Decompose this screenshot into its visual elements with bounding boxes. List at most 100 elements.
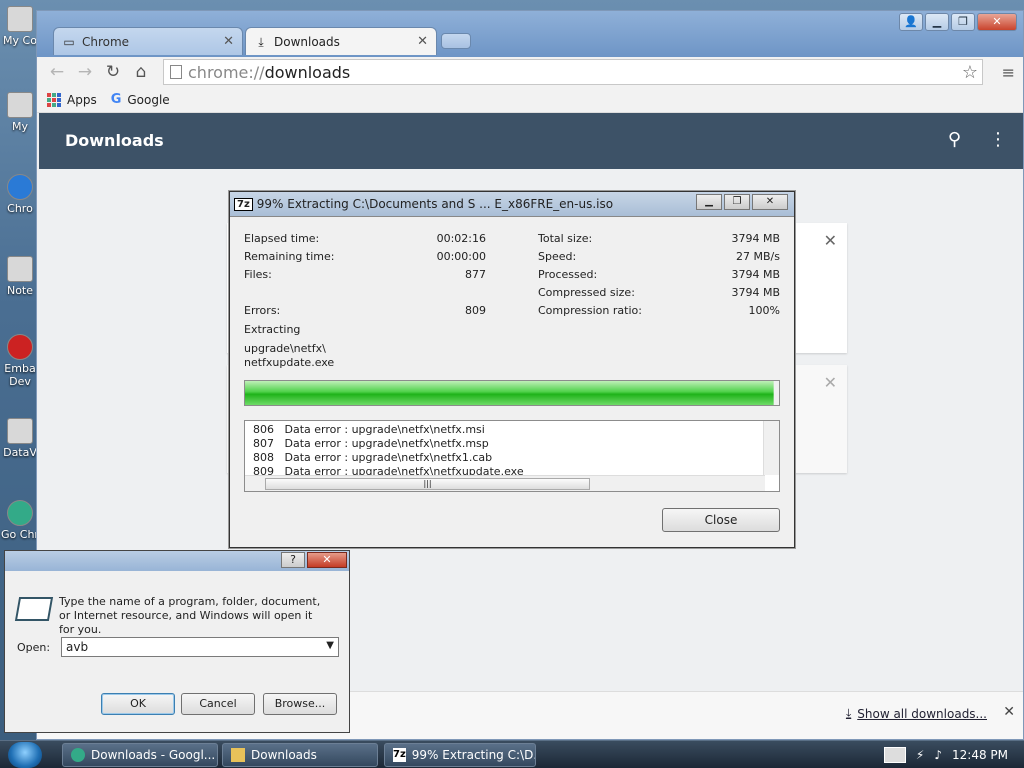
computer-icon: [7, 6, 33, 32]
log-line: 807 Data error : upgrade\netfx\netfx.msp: [253, 437, 489, 450]
progress-bar: [244, 380, 780, 406]
close-tab-icon[interactable]: ✕: [417, 34, 428, 49]
current-file: netfxupdate.exe: [244, 356, 335, 369]
address-bar[interactable]: chrome://downloads ☆: [163, 59, 983, 85]
elapsed-time-value: 00:02:16: [436, 232, 486, 245]
dropdown-arrow-icon[interactable]: ▼: [326, 640, 334, 651]
tab-chrome[interactable]: ▭ Chrome ✕: [53, 27, 243, 55]
scrollbar-thumb[interactable]: |||: [265, 478, 590, 490]
total-size-value: 3794 MB: [731, 232, 780, 245]
system-tray: ⚡ ♪ 12:48 PM: [883, 741, 1024, 768]
window-controls: 👤 ▁ ❐ ✕: [899, 13, 1017, 31]
close-window-button[interactable]: ✕: [977, 13, 1017, 31]
reload-icon[interactable]: ↻: [99, 62, 127, 82]
status-text: Extracting: [244, 323, 301, 336]
forward-icon[interactable]: →: [71, 62, 99, 82]
current-path: upgrade\netfx\: [244, 342, 326, 355]
open-input[interactable]: avb ▼: [61, 637, 339, 657]
home-icon[interactable]: ⌂: [127, 62, 155, 82]
errors-label: Errors:: [244, 304, 281, 317]
log-line: 806 Data error : upgrade\netfx\netfx.msi: [253, 423, 485, 436]
speed-label: Speed:: [538, 250, 577, 263]
maximize-button[interactable]: ❐: [951, 13, 975, 31]
compressed-size-label: Compressed size:: [538, 286, 635, 299]
elapsed-time-label: Elapsed time:: [244, 232, 320, 245]
horizontal-scrollbar[interactable]: |||: [245, 475, 765, 491]
remove-download-icon[interactable]: ✕: [824, 373, 837, 392]
taskbar-item-chrome[interactable]: Downloads - Googl...: [62, 743, 218, 767]
clock[interactable]: 12:48 PM: [952, 748, 1008, 762]
run-icon: [14, 597, 54, 621]
bookmark-star-icon[interactable]: ☆: [962, 62, 978, 83]
notepad-icon: [7, 256, 33, 282]
back-icon[interactable]: ←: [43, 62, 71, 82]
close-tab-icon[interactable]: ✕: [223, 34, 234, 49]
page-info-icon: [170, 65, 182, 79]
compression-ratio-label: Compression ratio:: [538, 304, 642, 317]
close-dialog-button[interactable]: ✕: [307, 552, 347, 568]
files-label: Files:: [244, 268, 272, 281]
desktop-icon-datav[interactable]: DataV: [0, 418, 40, 459]
page-icon: ▭: [63, 34, 75, 49]
error-log-list[interactable]: 806 Data error : upgrade\netfx\netfx.msi…: [244, 420, 780, 492]
google-chrome-icon: [7, 500, 33, 526]
volume-icon[interactable]: ♪: [934, 748, 942, 762]
desktop-icon-notepad[interactable]: Note: [0, 256, 40, 297]
files-value: 877: [465, 268, 486, 281]
close-button[interactable]: Close: [662, 508, 780, 532]
compression-ratio-value: 100%: [748, 304, 780, 317]
tab-downloads[interactable]: ⤓ Downloads ✕: [245, 27, 437, 55]
more-options-icon[interactable]: ⋮: [989, 129, 1007, 150]
user-icon[interactable]: 👤: [899, 13, 923, 31]
log-line: 808 Data error : upgrade\netfx\netfx1.ca…: [253, 451, 493, 464]
keyboard-icon[interactable]: [883, 747, 906, 763]
taskbar-item-explorer[interactable]: Downloads: [222, 743, 378, 767]
desktop-icon-my[interactable]: My: [0, 92, 40, 133]
download-arrow-icon: ⤓: [845, 706, 852, 720]
bookmark-apps[interactable]: Apps: [47, 92, 97, 107]
run-description: Type the name of a program, folder, docu…: [59, 595, 321, 636]
search-icon[interactable]: ⚲: [948, 129, 961, 150]
remaining-time-value: 00:00:00: [436, 250, 486, 263]
extraction-dialog: 7z 99% Extracting C:\Documents and S ...…: [229, 191, 795, 548]
minimize-button[interactable]: ▁: [696, 194, 722, 210]
desktop-icon-chrome[interactable]: Chro: [0, 174, 40, 215]
taskbar-item-7zip[interactable]: 7z 99% Extracting C:\D...: [384, 743, 536, 767]
minimize-button[interactable]: ▁: [925, 13, 949, 31]
remaining-time-label: Remaining time:: [244, 250, 335, 263]
ok-button[interactable]: OK: [101, 693, 175, 715]
bookmark-google[interactable]: G Google: [111, 92, 170, 107]
downloads-header: Downloads ⚲ ⋮: [39, 113, 1023, 169]
vertical-scrollbar[interactable]: [763, 421, 779, 475]
help-button[interactable]: ?: [281, 552, 305, 568]
taskbar: Downloads - Googl... Downloads 7z 99% Ex…: [0, 740, 1024, 768]
7zip-icon: 7z: [393, 748, 406, 762]
start-button[interactable]: [8, 742, 42, 768]
close-dialog-button[interactable]: ✕: [752, 194, 788, 210]
tab-strip: ▭ Chrome ✕ ⤓ Downloads ✕ 👤 ▁ ❐ ✕: [37, 11, 1023, 57]
processed-value: 3794 MB: [731, 268, 780, 281]
network-icon[interactable]: ⚡: [916, 748, 924, 762]
new-tab-button[interactable]: [441, 33, 471, 49]
desktop-icon-my-computer[interactable]: My Co: [0, 6, 40, 47]
browse-button[interactable]: Browse...: [263, 693, 337, 715]
page-title: Downloads: [65, 131, 164, 150]
cancel-button[interactable]: Cancel: [181, 693, 255, 715]
remove-download-icon[interactable]: ✕: [824, 231, 837, 250]
speed-value: 27 MB/s: [736, 250, 780, 263]
menu-icon[interactable]: ≡: [1002, 63, 1015, 82]
run-dialog: ? ✕ Type the name of a program, folder, …: [4, 550, 350, 733]
run-titlebar[interactable]: ? ✕: [5, 551, 349, 571]
show-all-downloads-link[interactable]: ⤓ Show all downloads...: [846, 706, 987, 721]
7zip-logo-icon: 7z: [234, 197, 253, 211]
dialog-title: 99% Extracting C:\Documents and S ... E_…: [256, 197, 614, 211]
desktop-icon-embarcadero[interactable]: Emba Dev: [0, 334, 40, 388]
maximize-button[interactable]: ❐: [724, 194, 750, 210]
desktop-icon-google-chrome[interactable]: Go Chr: [0, 500, 40, 541]
dialog-window-controls: ▁ ❐ ✕: [696, 194, 788, 210]
embarcadero-icon: [7, 334, 33, 360]
errors-value: 809: [465, 304, 486, 317]
dialog-titlebar[interactable]: 7z 99% Extracting C:\Documents and S ...…: [230, 192, 794, 217]
close-shelf-icon[interactable]: ✕: [1003, 704, 1015, 720]
total-size-label: Total size:: [538, 232, 593, 245]
